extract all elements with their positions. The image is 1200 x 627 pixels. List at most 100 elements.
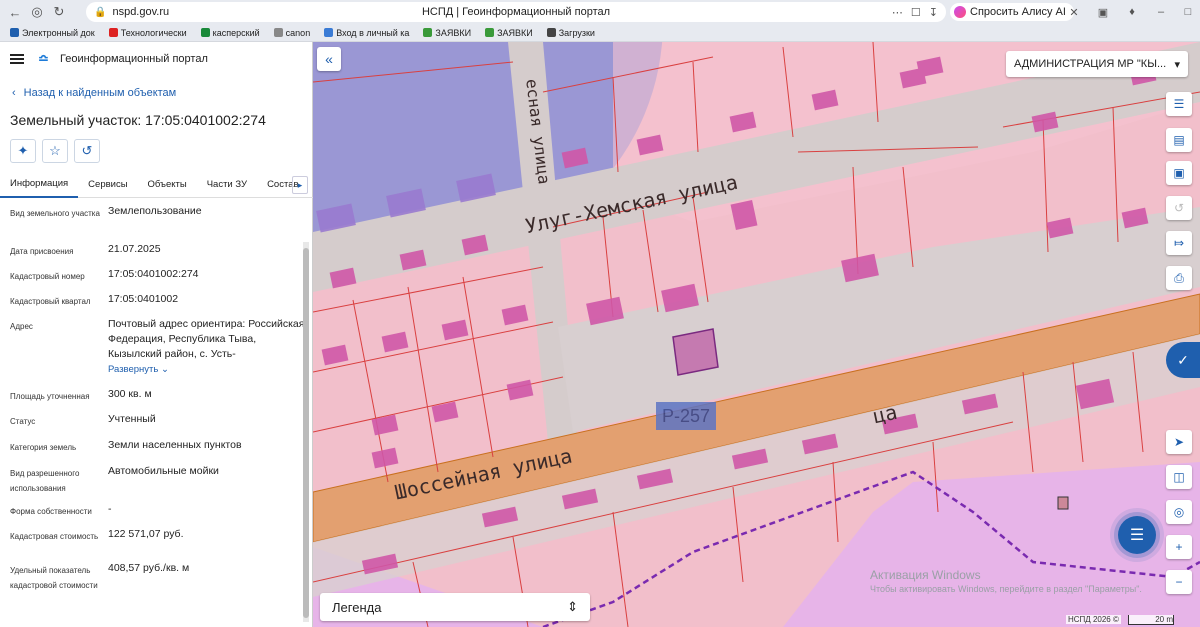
locate-me-button[interactable]: ◎ [1166, 500, 1192, 524]
collapse-panel-button[interactable]: « [317, 47, 341, 71]
region-select-value: АДМИНИСТРАЦИЯ МР "КЫ... [1014, 58, 1167, 70]
minus-icon: − [1175, 575, 1183, 589]
attribute-row: Статус Учтенный [10, 412, 305, 438]
legend-label: Легенда [332, 599, 382, 615]
attribute-value-text: Учтенный [108, 413, 156, 425]
crosshair-icon: ◎ [1173, 505, 1185, 519]
attribute-value-text: Земли населенных пунктов [108, 439, 242, 451]
select-area-button[interactable]: ▣ [1166, 161, 1192, 185]
favorite-button[interactable]: ☆ [42, 139, 68, 163]
map-copyright: НСПД 2026 © [1066, 615, 1121, 624]
bookmark-icon[interactable]: ☐ [911, 6, 921, 19]
attribute-label: Кадастровый квартал [10, 297, 91, 306]
attribute-value-text: 17:05:0401002 [108, 293, 179, 305]
maximize-icon[interactable]: □ [1180, 4, 1196, 20]
camera-extension-icon[interactable]: ▣ [1095, 4, 1111, 20]
locate-on-map-button[interactable]: ✦ [10, 139, 36, 163]
measure-button[interactable]: ▤ [1166, 128, 1192, 152]
bookmark-item[interactable]: касперский [200, 28, 260, 38]
bookmark-item[interactable]: Вход в личный ка [324, 28, 409, 38]
map-view[interactable]: Улуг-Хемская улица Шоссейная улица есная… [313, 42, 1200, 627]
attribute-row: Кадастровый номер 17:05:0401002:274 [10, 267, 305, 292]
chat-button[interactable]: ☰ [1118, 516, 1156, 554]
alice-icon [954, 6, 966, 18]
bookmark-favicon-icon [485, 28, 495, 37]
minimap-button[interactable]: ◫ [1166, 465, 1192, 489]
attribute-value-text: 21.07.2025 [108, 243, 161, 255]
attribute-label: Форма собственности [10, 507, 92, 516]
side-widget-button[interactable]: ✓ [1166, 342, 1200, 378]
bookmark-favicon-icon [108, 28, 118, 37]
lock-icon: 🔒 [94, 6, 107, 18]
reload-icon[interactable]: ↻ [48, 1, 70, 23]
expand-address-link[interactable]: Развернуть ⌄ [108, 362, 305, 377]
attribute-value: 408,57 руб./кв. м [108, 561, 305, 576]
bookmark-item[interactable]: ЗАЯВКИ [423, 28, 471, 38]
target-icon: ✦ [17, 143, 29, 158]
back-link[interactable]: ‹ Назад к найденным объектам [12, 87, 176, 99]
address-bar[interactable]: 🔒 nspd.gov.ru НСПД | Геоинформационный п… [86, 2, 946, 22]
url-text: nspd.gov.ru [112, 6, 170, 18]
layers-button[interactable]: ☰ [1166, 92, 1192, 116]
attribute-label: Вид земельного участка [10, 209, 100, 218]
road-label-fragment: ца [870, 399, 900, 429]
tab-3[interactable]: Части ЗУ [197, 172, 257, 198]
plus-icon: + [1175, 540, 1183, 554]
attribute-label: Вид разрешенного использования [10, 469, 80, 493]
layers-icon: ☰ [1173, 97, 1185, 111]
more-icon[interactable]: ⋯ [892, 6, 903, 19]
extensions-puzzle-icon[interactable]: ♦ [1124, 4, 1140, 20]
history-map-button[interactable]: ↺ [1166, 196, 1192, 220]
print-button[interactable]: ⎙ [1166, 266, 1192, 290]
share-icon: ⤇ [1173, 236, 1185, 250]
zoom-out-button[interactable]: − [1166, 570, 1192, 594]
info-tabs: Информация Сервисы Объекты Части ЗУ Состав ▸ [0, 172, 313, 198]
tab-0[interactable]: Информация [0, 172, 79, 198]
alice-button[interactable]: Спросить Алису AI [950, 3, 1074, 21]
menu-icon[interactable] [10, 54, 24, 64]
attribute-value: Землепользование [108, 204, 305, 219]
bookmark-item[interactable]: Загрузки [546, 28, 595, 38]
attribute-label: Площадь уточненная [10, 392, 90, 401]
attribute-value: 122 571,07 руб. [108, 527, 305, 542]
attribute-value-text: 17:05:0401002:274 [108, 268, 199, 280]
share-button[interactable]: ⤇ [1166, 231, 1192, 255]
legend-toggle[interactable]: Легенда ⇕ [320, 593, 590, 621]
download-icon[interactable]: ↧ [929, 6, 938, 19]
minimize-icon[interactable]: – [1153, 4, 1169, 20]
tabs-scroll-right-button[interactable]: ▸ [292, 176, 308, 194]
scrollbar[interactable] [303, 242, 309, 622]
attribute-label: Кадастровый номер [10, 272, 85, 281]
tab-1[interactable]: Сервисы [78, 172, 137, 198]
attribute-value: 21.07.2025 [108, 242, 305, 257]
zoom-in-button[interactable]: + [1166, 535, 1192, 559]
geolocate-button[interactable]: ➤ [1166, 430, 1192, 454]
attribute-value: Автомобильные мойки [108, 464, 305, 479]
back-arrow-icon[interactable]: ← [4, 1, 26, 23]
route-badge: Р-257 [656, 402, 716, 430]
tab-title: НСПД | Геоинформационный портал [421, 6, 611, 18]
attribute-row: Площадь уточненная 300 кв. м [10, 387, 305, 412]
region-select[interactable]: АДМИНИСТРАЦИЯ МР "КЫ... ▾ [1006, 51, 1188, 77]
attribute-value: 17:05:0401002:274 [108, 267, 305, 282]
action-buttons: ✦ ☆ ↺ [10, 139, 100, 163]
bookmark-item[interactable]: Технологически [108, 28, 187, 38]
bookmark-item[interactable]: Электронный док [10, 28, 95, 38]
bookmark-favicon-icon [10, 28, 19, 37]
tab-2[interactable]: Объекты [138, 172, 197, 198]
attribute-row: Удельный показатель кадастровой стоимост… [10, 561, 305, 611]
extension-icon[interactable]: ✕ [1066, 4, 1082, 20]
attribute-value-text: Автомобильные мойки [108, 465, 219, 477]
select-area-icon: ▣ [1173, 166, 1185, 180]
bookmark-item[interactable]: ЗАЯВКИ [485, 28, 533, 38]
history-button[interactable]: ↺ [74, 139, 100, 163]
bookmark-label: ЗАЯВКИ [497, 27, 533, 38]
attribute-value: - [108, 502, 305, 517]
attribute-value-text: - [108, 503, 112, 515]
portal-logo-icon: ≏ [38, 51, 49, 66]
bookmark-item[interactable]: canon [273, 28, 310, 38]
chevron-right-icon: ▸ [297, 179, 303, 190]
bookmark-favicon-icon [423, 28, 433, 37]
shield-icon[interactable]: ◎ [26, 1, 48, 23]
attribute-list: Вид земельного участка Землепользование Да… [10, 204, 305, 611]
